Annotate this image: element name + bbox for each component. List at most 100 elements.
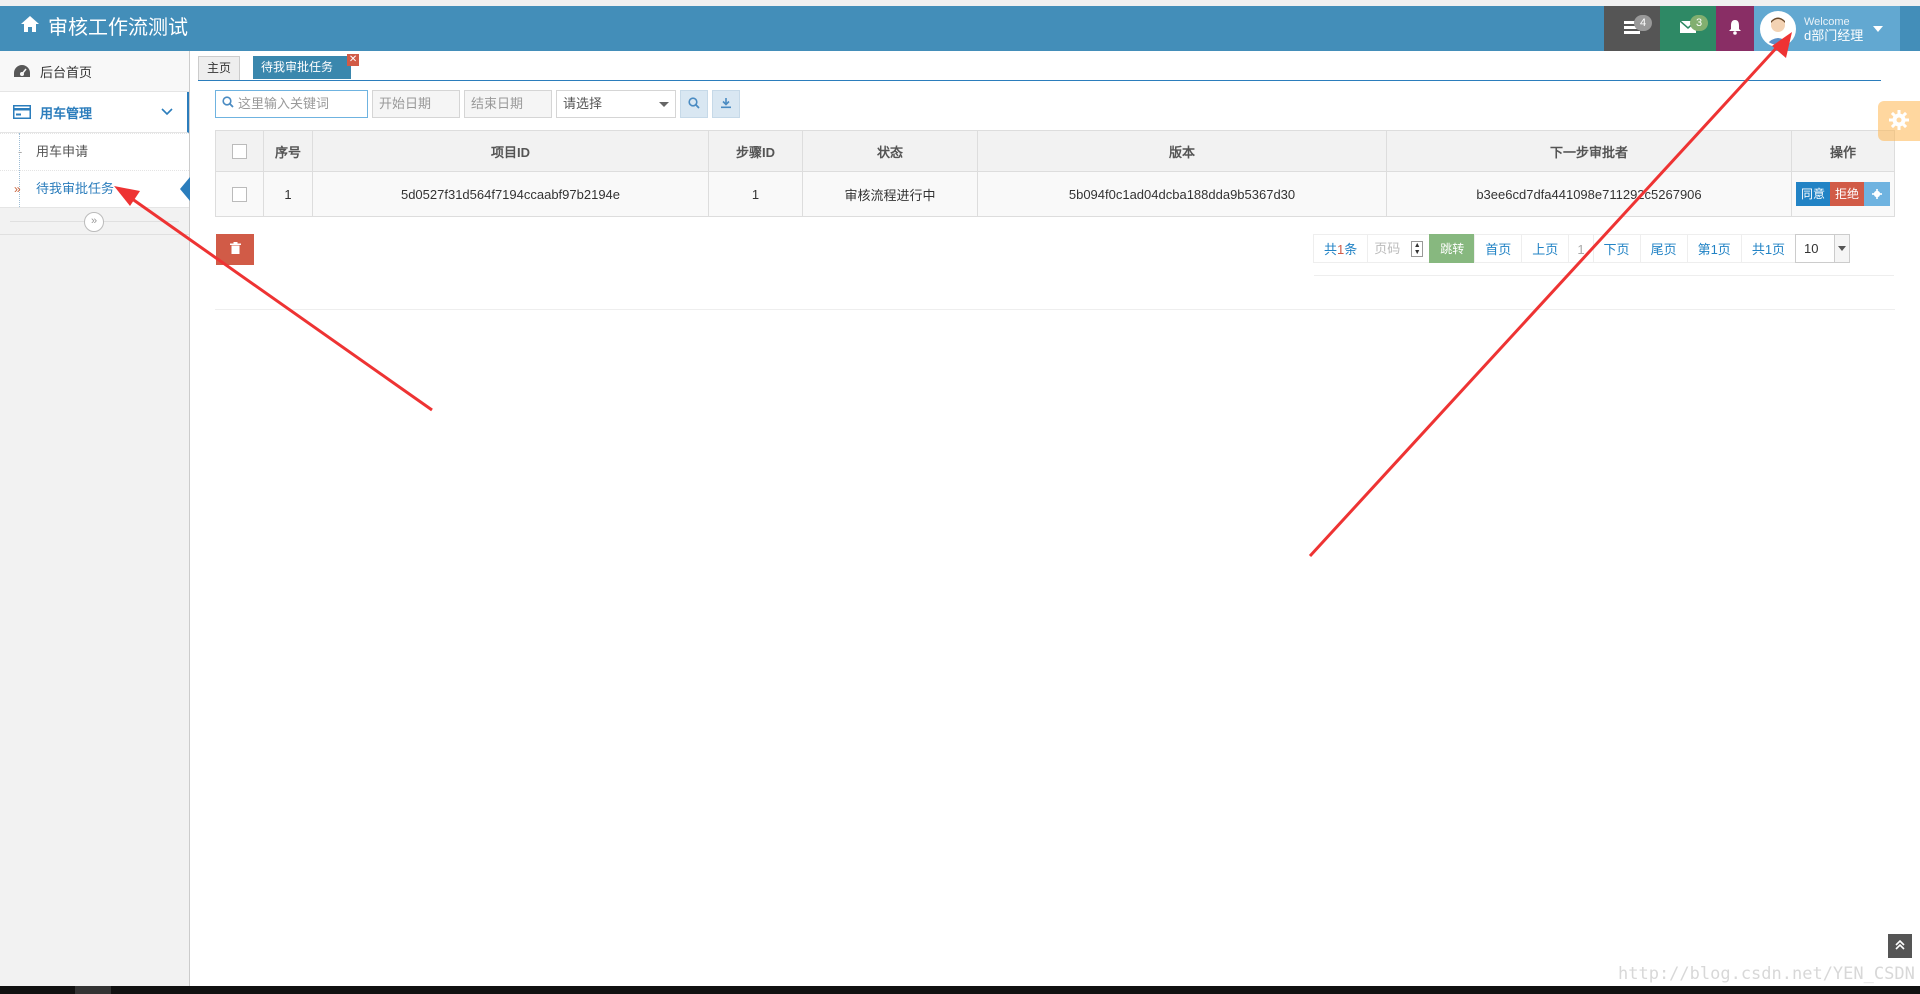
pagination: 共1条 页码 ▲ ▼ 跳转 首页 上页 1 下页 尾页 第1页 共1页 10 — [1313, 234, 1851, 263]
row-checkbox[interactable] — [232, 187, 247, 203]
column-header[interactable]: 步骤ID — [708, 130, 803, 172]
go-button[interactable]: 跳转 — [1429, 234, 1476, 263]
settings-toggle[interactable] — [1878, 101, 1920, 141]
chevron-down-icon — [1834, 235, 1850, 262]
double-angle-right-icon: » — [14, 182, 21, 196]
row-actions: 同意 拒绝 — [1795, 182, 1891, 206]
chevron-down-icon — [161, 105, 173, 120]
page-total: 共1页 — [1740, 234, 1797, 263]
annotation-arrow-right — [1308, 42, 1782, 558]
total-records: 共1条 — [1313, 234, 1369, 263]
download-icon — [720, 97, 732, 112]
reject-button[interactable]: 拒绝 — [1830, 182, 1865, 206]
column-header[interactable]: 项目ID — [312, 130, 709, 172]
column-header[interactable]: 下一步审批者 — [1386, 130, 1792, 172]
scroll-to-top-button[interactable] — [1888, 934, 1912, 958]
prev-page-button[interactable]: 上页 — [1521, 234, 1570, 263]
active-indicator — [180, 177, 190, 201]
sidebar-collapse-row: » — [0, 208, 189, 235]
tachometer-icon — [12, 61, 32, 81]
cell-actions: 同意 拒绝 — [1791, 171, 1895, 217]
sidebar-item-label: 用车申请 — [36, 144, 89, 159]
delete-button[interactable] — [216, 234, 254, 265]
column-header[interactable]: 序号 — [263, 130, 313, 172]
agree-button[interactable]: 同意 — [1795, 182, 1830, 206]
select-all-cell — [215, 130, 264, 172]
caret-down-icon — [659, 101, 669, 107]
messages-dropdown[interactable]: 3 — [1660, 6, 1716, 51]
caret-down-icon — [1873, 25, 1884, 32]
tab-home[interactable]: 主页 — [198, 56, 241, 80]
content-divider — [215, 309, 1895, 310]
spinner-icon[interactable]: ▲ ▼ — [1411, 240, 1424, 257]
row-checkbox-cell — [215, 171, 264, 217]
select-value: 请选择 — [563, 96, 603, 111]
tasks-dropdown[interactable]: 4 — [1604, 6, 1660, 51]
search-icon — [688, 96, 700, 112]
tree-dash: - — [18, 144, 23, 159]
table-row: 1 5d0527f31d564f7194ccaabf97b2194e 1 审核流… — [215, 171, 1895, 217]
sidebar-item-pending-approvals[interactable]: » 待我审批任务 — [0, 170, 190, 207]
taskbar-segment — [75, 986, 111, 994]
sidebar-submenu: - 用车申请 » 待我审批任务 — [0, 133, 190, 208]
pagination-divider — [1314, 275, 1894, 276]
bell-icon — [1728, 19, 1742, 38]
home-icon — [20, 6, 40, 51]
sidebar-item-dashboard[interactable]: 后台首页 — [0, 51, 189, 92]
user-name: d部门经理 — [1804, 27, 1864, 43]
page-size-value: 10 — [1804, 241, 1819, 256]
table-header-row: 序号 项目ID 步骤ID 状态 版本 下一步审批者 操作 — [215, 130, 1895, 172]
end-date-input[interactable]: 结束日期 — [464, 90, 552, 118]
notifications-dropdown[interactable] — [1716, 6, 1754, 51]
column-header[interactable]: 版本 — [977, 130, 1387, 172]
search-icon — [222, 91, 234, 117]
page-input-placeholder: 页码 — [1374, 241, 1401, 256]
trash-icon — [229, 242, 241, 257]
sidebar-item-car-request[interactable]: - 用车申请 — [0, 133, 189, 170]
cell-next-approver: b3ee6cd7dfa441098e711292c5267906 — [1386, 171, 1792, 217]
app-title: 审核工作流测试 — [48, 17, 188, 39]
user-menu[interactable]: Welcome d部门经理 — [1754, 6, 1900, 51]
credit-card-icon — [12, 102, 32, 122]
page-number-input[interactable]: 页码 ▲ ▼ — [1367, 234, 1431, 263]
total-suffix: 条 — [1344, 242, 1358, 257]
messages-badge: 3 — [1690, 15, 1708, 31]
navbar-spacer — [1900, 6, 1920, 51]
cell-step-id: 1 — [708, 171, 803, 217]
last-page-button[interactable]: 尾页 — [1639, 234, 1688, 263]
sidebar-group-vehicle[interactable]: 用车管理 — [0, 92, 189, 133]
cell-version: 5b094f0c1ad04dcba188dda9b5367d30 — [977, 171, 1387, 217]
tab-label: 待我审批任务 — [261, 60, 334, 74]
cell-project-id: 5d0527f31d564f7194ccaabf97b2194e — [312, 171, 709, 217]
page-info: 第1页 — [1686, 234, 1742, 263]
tasks-table: 序号 项目ID 步骤ID 状态 版本 下一步审批者 操作 1 5d0527f31… — [215, 130, 1895, 217]
taskbar-strip — [0, 986, 1920, 994]
search-placeholder: 这里输入关键词 — [238, 96, 330, 111]
status-select[interactable]: 请选择 — [556, 90, 676, 118]
close-icon[interactable]: ✕ — [347, 54, 360, 66]
sidebar-collapse-button[interactable]: » — [84, 212, 104, 232]
search-input[interactable]: 这里输入关键词 — [215, 90, 368, 118]
column-header[interactable]: 状态 — [802, 130, 978, 172]
user-welcome: Welcome — [1804, 15, 1850, 28]
page-size-select[interactable]: 10 — [1795, 234, 1851, 263]
filter-bar: 这里输入关键词 开始日期 结束日期 请选择 — [215, 90, 740, 118]
page-tabs: 主页 待我审批任务 ✕ — [198, 54, 1881, 81]
gear-icon — [1888, 109, 1910, 134]
navbar-right: 4 3 Welcome d部门经理 — [1604, 6, 1920, 51]
search-button[interactable] — [680, 90, 708, 118]
sidebar-item-label: 后台首页 — [40, 64, 93, 80]
gear-icon[interactable] — [1864, 182, 1891, 206]
navbar: 审核工作流测试 4 3 Welcome d部门经理 — [0, 6, 1920, 51]
select-all-checkbox[interactable] — [232, 144, 247, 160]
tab-pending-approvals[interactable]: 待我审批任务 ✕ — [253, 54, 360, 79]
start-date-input[interactable]: 开始日期 — [372, 90, 460, 118]
export-button[interactable] — [712, 90, 740, 118]
current-page[interactable]: 1 — [1568, 234, 1594, 263]
sidebar-group-label: 用车管理 — [40, 105, 93, 121]
first-page-button[interactable]: 首页 — [1474, 234, 1523, 263]
app-brand[interactable]: 审核工作流测试 — [20, 6, 188, 51]
avatar — [1760, 10, 1796, 47]
next-page-button[interactable]: 下页 — [1592, 234, 1641, 263]
total-prefix: 共 — [1324, 242, 1338, 257]
